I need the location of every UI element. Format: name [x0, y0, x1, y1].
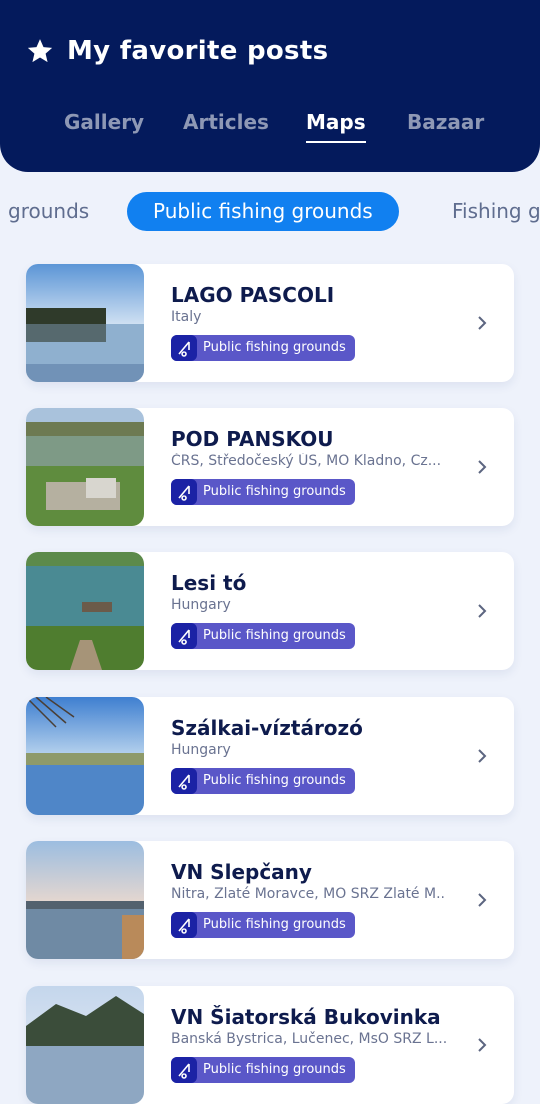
tab-gallery[interactable]: Gallery [64, 110, 144, 134]
post-thumbnail [26, 697, 144, 815]
post-title: VN Šiatorská Bukovinka [171, 1005, 441, 1029]
category-label: Public fishing grounds [203, 628, 346, 643]
post-thumbnail [26, 841, 144, 959]
chevron-right-icon [478, 1038, 487, 1052]
page-title: My favorite posts [67, 36, 329, 66]
chevron-right-icon [478, 460, 487, 474]
chevron-right-icon [478, 749, 487, 763]
post-location: Italy [171, 309, 202, 325]
category-badge: Public fishing grounds [171, 479, 355, 505]
fishing-rod-icon [171, 912, 197, 938]
post-card[interactable]: VN Slepčany Nitra, Zlaté Moravce, MO SRZ… [26, 841, 514, 959]
tab-articles[interactable]: Articles [183, 110, 269, 134]
filter-chip-grounds[interactable]: grounds [8, 192, 89, 231]
category-label: Public fishing grounds [203, 1062, 346, 1077]
post-location: ČRS, Středočeský ÚS, MO Kladno, Cz... [171, 453, 442, 469]
tab-maps[interactable]: Maps [306, 110, 366, 143]
post-title: VN Slepčany [171, 860, 312, 884]
category-badge: Public fishing grounds [171, 912, 355, 938]
category-label: Public fishing grounds [203, 340, 346, 355]
post-location: Banská Bystrica, Lučenec, MsO SRZ L... [171, 1031, 446, 1047]
tab-bar: Gallery Articles Maps Bazaar [0, 110, 540, 150]
post-title: POD PANSKOU [171, 427, 334, 451]
post-thumbnail [26, 408, 144, 526]
post-title: LAGO PASCOLI [171, 283, 335, 307]
fishing-rod-icon [171, 479, 197, 505]
post-card[interactable]: Szálkai-víztározó Hungary Public fishing… [26, 697, 514, 815]
category-badge: Public fishing grounds [171, 768, 355, 794]
category-badge: Public fishing grounds [171, 1057, 355, 1083]
tab-bazaar[interactable]: Bazaar [407, 110, 484, 134]
post-location: Nitra, Zlaté Moravce, MO SRZ Zlaté M... [171, 886, 446, 902]
post-thumbnail [26, 552, 144, 670]
category-label: Public fishing grounds [203, 917, 346, 932]
post-card[interactable]: Lesi tó Hungary Public fishing grounds [26, 552, 514, 670]
category-label: Public fishing grounds [203, 773, 346, 788]
post-card[interactable]: POD PANSKOU ČRS, Středočeský ÚS, MO Klad… [26, 408, 514, 526]
fishing-rod-icon [171, 335, 197, 361]
post-card[interactable]: VN Šiatorská Bukovinka Banská Bystrica, … [26, 986, 514, 1104]
fishing-rod-icon [171, 1057, 197, 1083]
header: My favorite posts Gallery Articles Maps … [0, 0, 540, 172]
post-location: Hungary [171, 597, 231, 613]
post-location: Hungary [171, 742, 231, 758]
post-thumbnail [26, 264, 144, 382]
post-thumbnail [26, 986, 144, 1104]
fishing-rod-icon [171, 768, 197, 794]
title-row: My favorite posts [26, 36, 328, 66]
chevron-right-icon [478, 893, 487, 907]
filter-chips: grounds Public fishing grounds Fishing g [0, 192, 540, 232]
chevron-right-icon [478, 316, 487, 330]
category-label: Public fishing grounds [203, 484, 346, 499]
filter-chip-fishing[interactable]: Fishing g [452, 192, 540, 231]
post-card[interactable]: LAGO PASCOLI Italy Public fishing ground… [26, 264, 514, 382]
post-title: Szálkai-víztározó [171, 716, 363, 740]
fishing-rod-icon [171, 623, 197, 649]
chevron-right-icon [478, 604, 487, 618]
category-badge: Public fishing grounds [171, 623, 355, 649]
post-title: Lesi tó [171, 571, 247, 595]
star-icon [27, 39, 53, 63]
category-badge: Public fishing grounds [171, 335, 355, 361]
filter-chip-public-fishing-grounds[interactable]: Public fishing grounds [127, 192, 399, 231]
